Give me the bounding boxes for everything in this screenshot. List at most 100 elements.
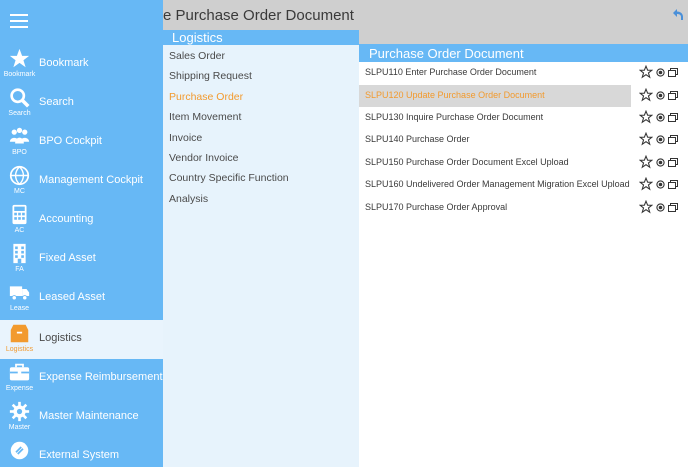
gear-icon bbox=[0, 398, 39, 437]
list-item[interactable]: SLPU150 Purchase Order Document Excel Up… bbox=[359, 152, 688, 174]
building-icon bbox=[0, 240, 39, 279]
app-root: e Purchase Order Document Bookmark Bookm… bbox=[0, 0, 688, 467]
sidebar-item-management-cockpit[interactable]: MC Management Cockpit bbox=[0, 162, 163, 201]
document-panel-title: Purchase Order Document bbox=[369, 46, 524, 61]
truck-icon bbox=[0, 279, 39, 318]
sidebar-item-leased-asset[interactable]: Lease Leased Asset bbox=[0, 279, 163, 318]
star-outline-icon[interactable] bbox=[639, 110, 653, 124]
submenu-item-invoice[interactable]: Invoice bbox=[169, 132, 202, 144]
new-window-icon[interactable] bbox=[668, 113, 678, 122]
radio-circle-icon[interactable] bbox=[656, 180, 665, 189]
star-outline-icon[interactable] bbox=[639, 155, 653, 169]
row-actions bbox=[639, 200, 683, 216]
star-outline-icon[interactable] bbox=[639, 177, 653, 191]
sidebar-item-label: Logistics bbox=[39, 332, 82, 344]
sidebar-item-fixed-asset[interactable]: FA Fixed Asset bbox=[0, 240, 163, 279]
new-window-icon[interactable] bbox=[668, 68, 678, 77]
submenu-item-shipping-request[interactable]: Shipping Request bbox=[169, 70, 252, 82]
sidebar-item-label: Fixed Asset bbox=[39, 252, 96, 264]
sidebar-item-label: BPO Cockpit bbox=[39, 135, 102, 147]
radio-circle-icon[interactable] bbox=[656, 135, 665, 144]
star-outline-icon[interactable] bbox=[639, 200, 653, 214]
star-outline-icon[interactable] bbox=[639, 65, 653, 79]
list-item-label: SLPU140 Purchase Order bbox=[365, 134, 470, 144]
star-outline-icon[interactable] bbox=[639, 132, 653, 146]
sidebar-item-short: BPO bbox=[12, 149, 27, 156]
sidebar-item-label: Leased Asset bbox=[39, 291, 106, 303]
sidebar-item-label: Bookmark bbox=[39, 57, 89, 69]
submenu-panel: Logistics Sales Order Shipping Request P… bbox=[163, 30, 359, 467]
sidebar: Bookmark Bookmark Search Search BPO BPO … bbox=[0, 0, 163, 467]
calculator-icon bbox=[0, 201, 39, 240]
list-item-label: SLPU130 Inquire Purchase Order Document bbox=[365, 112, 544, 122]
list-item[interactable]: SLPU160 Undelivered Order Management Mig… bbox=[359, 174, 688, 196]
submenu-title: Logistics bbox=[172, 30, 223, 45]
radio-circle-icon[interactable] bbox=[656, 68, 665, 77]
row-actions bbox=[639, 132, 683, 148]
radio-circle-icon[interactable] bbox=[656, 113, 665, 122]
row-actions bbox=[639, 155, 683, 171]
star-outline-icon[interactable] bbox=[639, 88, 653, 102]
row-actions bbox=[639, 177, 683, 193]
new-window-icon[interactable] bbox=[668, 135, 678, 144]
sidebar-item-short: Bookmark bbox=[3, 71, 36, 78]
new-window-icon[interactable] bbox=[668, 180, 678, 189]
row-actions bbox=[639, 110, 683, 126]
list-item-label: SLPU170 Purchase Order Approval bbox=[365, 202, 508, 212]
new-window-icon[interactable] bbox=[668, 203, 678, 212]
star-icon bbox=[0, 45, 39, 84]
row-actions bbox=[639, 88, 683, 104]
sidebar-item-short: FA bbox=[15, 266, 24, 273]
submenu-item-purchase-order[interactable]: Purchase Order bbox=[169, 91, 243, 103]
sidebar-item-label: Master Maintenance bbox=[39, 410, 139, 422]
new-window-icon[interactable] bbox=[668, 91, 678, 100]
link-icon bbox=[0, 437, 39, 467]
box-icon bbox=[0, 320, 39, 359]
sidebar-item-expense-reimbursement[interactable]: Expense Expense Reimbursement bbox=[0, 359, 163, 398]
submenu-item-country-specific-function[interactable]: Country Specific Function bbox=[169, 172, 289, 184]
briefcase-icon bbox=[0, 359, 39, 398]
sidebar-item-short: Logistics bbox=[5, 346, 34, 353]
search-icon bbox=[0, 84, 39, 123]
back-icon[interactable] bbox=[670, 8, 684, 22]
submenu-item-item-movement[interactable]: Item Movement bbox=[169, 111, 241, 123]
sidebar-item-master-maintenance[interactable]: Master Master Maintenance bbox=[0, 398, 163, 437]
sidebar-item-label: Search bbox=[39, 96, 74, 108]
sidebar-item-short: AC bbox=[14, 227, 25, 234]
sidebar-item-label: Accounting bbox=[39, 213, 94, 225]
document-list: SLPU110 Enter Purchase Order Document SL… bbox=[359, 62, 688, 467]
list-item-label: SLPU110 Enter Purchase Order Document bbox=[365, 67, 537, 77]
sidebar-item-short: MC bbox=[14, 188, 25, 195]
submenu-header: Logistics bbox=[163, 30, 359, 45]
sidebar-item-accounting[interactable]: AC Accounting bbox=[0, 201, 163, 240]
sidebar-item-short: Master bbox=[8, 424, 31, 431]
list-item[interactable]: SLPU130 Inquire Purchase Order Document bbox=[359, 107, 688, 129]
radio-circle-icon[interactable] bbox=[656, 91, 665, 100]
list-item-label: SLPU160 Undelivered Order Management Mig… bbox=[365, 179, 630, 189]
list-item[interactable]: SLPU170 Purchase Order Approval bbox=[359, 197, 688, 219]
sidebar-item-short: Lease bbox=[9, 305, 30, 312]
list-item-label: SLPU150 Purchase Order Document Excel Up… bbox=[365, 157, 569, 167]
sidebar-item-label: Management Cockpit bbox=[39, 174, 143, 186]
sidebar-item-external-system[interactable]: External System bbox=[0, 437, 163, 467]
submenu-item-vendor-invoice[interactable]: Vendor Invoice bbox=[169, 152, 238, 164]
sidebar-item-logistics[interactable]: Logistics Logistics bbox=[0, 320, 163, 359]
document-panel: Purchase Order Document SLPU110 Enter Pu… bbox=[359, 44, 688, 467]
submenu-item-analysis[interactable]: Analysis bbox=[169, 193, 208, 205]
sidebar-item-search[interactable]: Search Search bbox=[0, 84, 163, 123]
new-window-icon[interactable] bbox=[668, 158, 678, 167]
list-item[interactable]: SLPU120 Update Purchase Order Document bbox=[359, 85, 631, 107]
row-actions bbox=[639, 65, 683, 81]
list-item[interactable]: SLPU110 Enter Purchase Order Document bbox=[359, 62, 688, 84]
radio-circle-icon[interactable] bbox=[656, 203, 665, 212]
list-item[interactable]: SLPU140 Purchase Order bbox=[359, 129, 688, 151]
sidebar-item-label: External System bbox=[39, 449, 120, 461]
radio-circle-icon[interactable] bbox=[656, 158, 665, 167]
sidebar-item-label: Expense Reimbursement bbox=[39, 371, 163, 383]
document-panel-header: Purchase Order Document bbox=[359, 44, 688, 62]
submenu-item-sales-order[interactable]: Sales Order bbox=[169, 50, 225, 62]
hamburger-icon[interactable] bbox=[10, 14, 28, 28]
sidebar-item-bookmark[interactable]: Bookmark Bookmark bbox=[0, 45, 163, 84]
globe-icon bbox=[0, 162, 39, 201]
sidebar-item-bpo-cockpit[interactable]: BPO BPO Cockpit bbox=[0, 123, 163, 162]
